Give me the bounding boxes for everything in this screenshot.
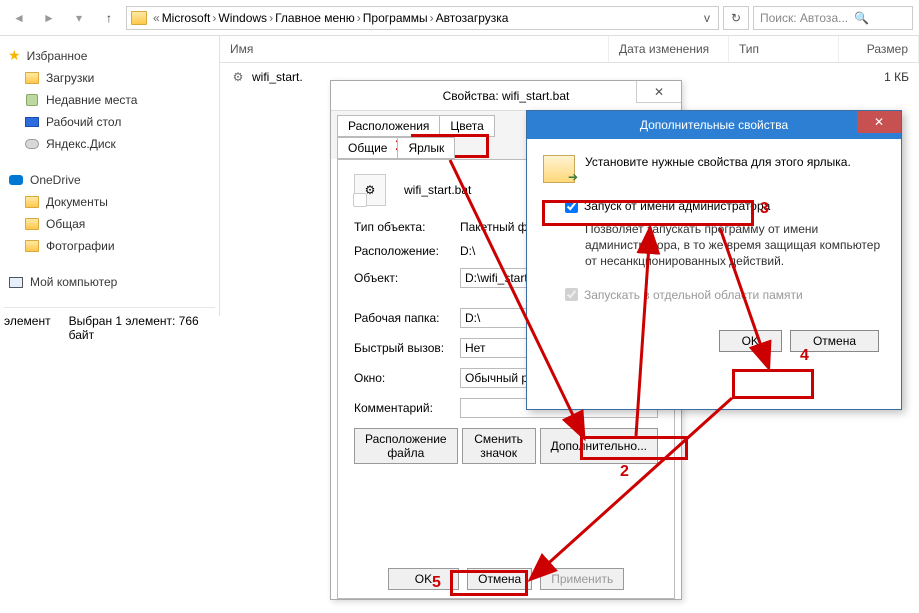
tab-locations[interactable]: Расположения [337, 115, 440, 137]
file-size: 1 КБ [829, 70, 909, 84]
advanced-header-text: Установите нужные свойства для этого ярл… [585, 155, 851, 169]
props-filename: wifi_start.bat [404, 183, 471, 197]
tab-shortcut[interactable]: Ярлык [397, 137, 455, 159]
separate-memory-checkbox [565, 288, 578, 301]
separate-memory-label: Запускать в отдельной области памяти [584, 288, 803, 302]
shortcut-icon: ⚙ [354, 174, 386, 206]
chevron-right-icon[interactable]: › [212, 11, 216, 25]
crumb-mainmenu[interactable]: Главное меню [275, 11, 355, 25]
advanced-title: Дополнительные свойства [640, 118, 788, 132]
run-as-admin-checkbox[interactable] [565, 200, 578, 213]
batch-file-icon: ⚙ [230, 69, 246, 85]
status-elements: элемент [4, 314, 51, 342]
chevron-right-icon[interactable]: › [269, 11, 273, 25]
tab-general[interactable]: Общие [337, 137, 398, 159]
col-type[interactable]: Тип [729, 36, 839, 62]
sidebar-item-documents[interactable]: Документы [4, 191, 215, 213]
address-dropdown-icon[interactable]: v [700, 11, 714, 25]
explorer-toolbar: ◄ ► ▾ ↑ « Microsoft› Windows› Главное ме… [0, 0, 919, 36]
col-date[interactable]: Дата изменения [609, 36, 729, 62]
nav-back-icon[interactable]: ◄ [6, 5, 32, 31]
chevron-right-icon[interactable]: › [430, 11, 434, 25]
sidebar-item-yandexdisk[interactable]: Яндекс.Диск [4, 133, 215, 155]
sidebar-item-recent[interactable]: Недавние места [4, 89, 215, 111]
properties-titlebar[interactable]: Свойства: wifi_start.bat ✕ [331, 81, 681, 111]
crumb-microsoft[interactable]: Microsoft [162, 11, 211, 25]
explorer-sidebar: ★Избранное Загрузки Недавние места Рабоч… [0, 36, 220, 316]
folder-icon [131, 11, 147, 25]
sidebar-item-desktop[interactable]: Рабочий стол [4, 111, 215, 133]
crumb-windows[interactable]: Windows [218, 11, 267, 25]
advanced-close-button[interactable]: ✕ [857, 111, 901, 133]
sidebar-item-shared[interactable]: Общая [4, 213, 215, 235]
file-name: wifi_start. [252, 70, 303, 84]
label-type: Тип объекта: [354, 220, 452, 234]
close-button[interactable]: ✕ [636, 81, 681, 103]
breadcrumb: « Microsoft› Windows› Главное меню› Прог… [153, 11, 700, 25]
props-ok-button[interactable]: OK [388, 568, 459, 590]
desktop-icon [25, 117, 39, 127]
folder-icon [25, 196, 39, 208]
label-hotkey: Быстрый вызов: [354, 341, 452, 355]
col-name[interactable]: Имя [220, 36, 609, 62]
sidebar-item-downloads[interactable]: Загрузки [4, 67, 215, 89]
sidebar-favorites[interactable]: ★Избранное [4, 44, 215, 67]
advanced-ok-button[interactable]: OK [719, 330, 782, 352]
refresh-button[interactable]: ↻ [723, 6, 749, 30]
nav-fwd-icon: ► [36, 5, 62, 31]
chevron-icon[interactable]: « [153, 11, 160, 25]
shortcut-advanced-icon [543, 155, 575, 183]
col-size[interactable]: Размер [839, 36, 919, 62]
yadisk-icon [25, 139, 39, 149]
properties-title: Свойства: wifi_start.bat [443, 89, 570, 103]
label-window: Окно: [354, 371, 452, 385]
chevron-right-icon[interactable]: › [357, 11, 361, 25]
status-selected: Выбран 1 элемент: 766 байт [69, 314, 215, 342]
advanced-cancel-button[interactable]: Отмена [790, 330, 879, 352]
label-object: Объект: [354, 271, 452, 285]
props-cancel-button[interactable]: Отмена [467, 568, 532, 590]
search-placeholder: Поиск: Автоза... [760, 11, 848, 25]
advanced-button[interactable]: Дополнительно... [540, 428, 658, 464]
nav-up-icon[interactable]: ↑ [96, 5, 122, 31]
advanced-titlebar[interactable]: Дополнительные свойства ✕ [527, 111, 901, 139]
sidebar-computer[interactable]: Мой компьютер [4, 271, 215, 293]
tab-colors[interactable]: Цвета [439, 115, 494, 137]
folder-icon [25, 72, 39, 84]
label-location: Расположение: [354, 244, 452, 258]
computer-icon [9, 277, 23, 288]
run-as-admin-label: Запуск от имени администратора [584, 199, 770, 213]
sidebar-item-photos[interactable]: Фотографии [4, 235, 215, 257]
search-icon: 🔍 [854, 11, 869, 25]
nav-recent-icon[interactable]: ▾ [66, 5, 92, 31]
props-apply-button[interactable]: Применить [540, 568, 624, 590]
search-input[interactable]: Поиск: Автоза... 🔍 [753, 6, 913, 30]
label-workdir: Рабочая папка: [354, 311, 452, 325]
onedrive-icon [9, 175, 23, 185]
star-icon: ★ [8, 47, 21, 64]
file-location-button[interactable]: Расположение файла [354, 428, 458, 464]
advanced-description: Позволяет запускать программу от имени а… [543, 221, 885, 270]
recent-icon [26, 94, 38, 106]
sidebar-onedrive[interactable]: OneDrive [4, 169, 215, 191]
crumb-programs[interactable]: Программы [363, 11, 428, 25]
folder-icon [25, 240, 39, 252]
change-icon-button[interactable]: Сменить значок [462, 428, 536, 464]
advanced-dialog: Дополнительные свойства ✕ Установите нуж… [526, 110, 902, 410]
label-comment: Комментарий: [354, 401, 452, 415]
address-bar[interactable]: « Microsoft› Windows› Главное меню› Прог… [126, 6, 719, 30]
folder-icon [25, 218, 39, 230]
crumb-startup[interactable]: Автозагрузка [436, 11, 509, 25]
